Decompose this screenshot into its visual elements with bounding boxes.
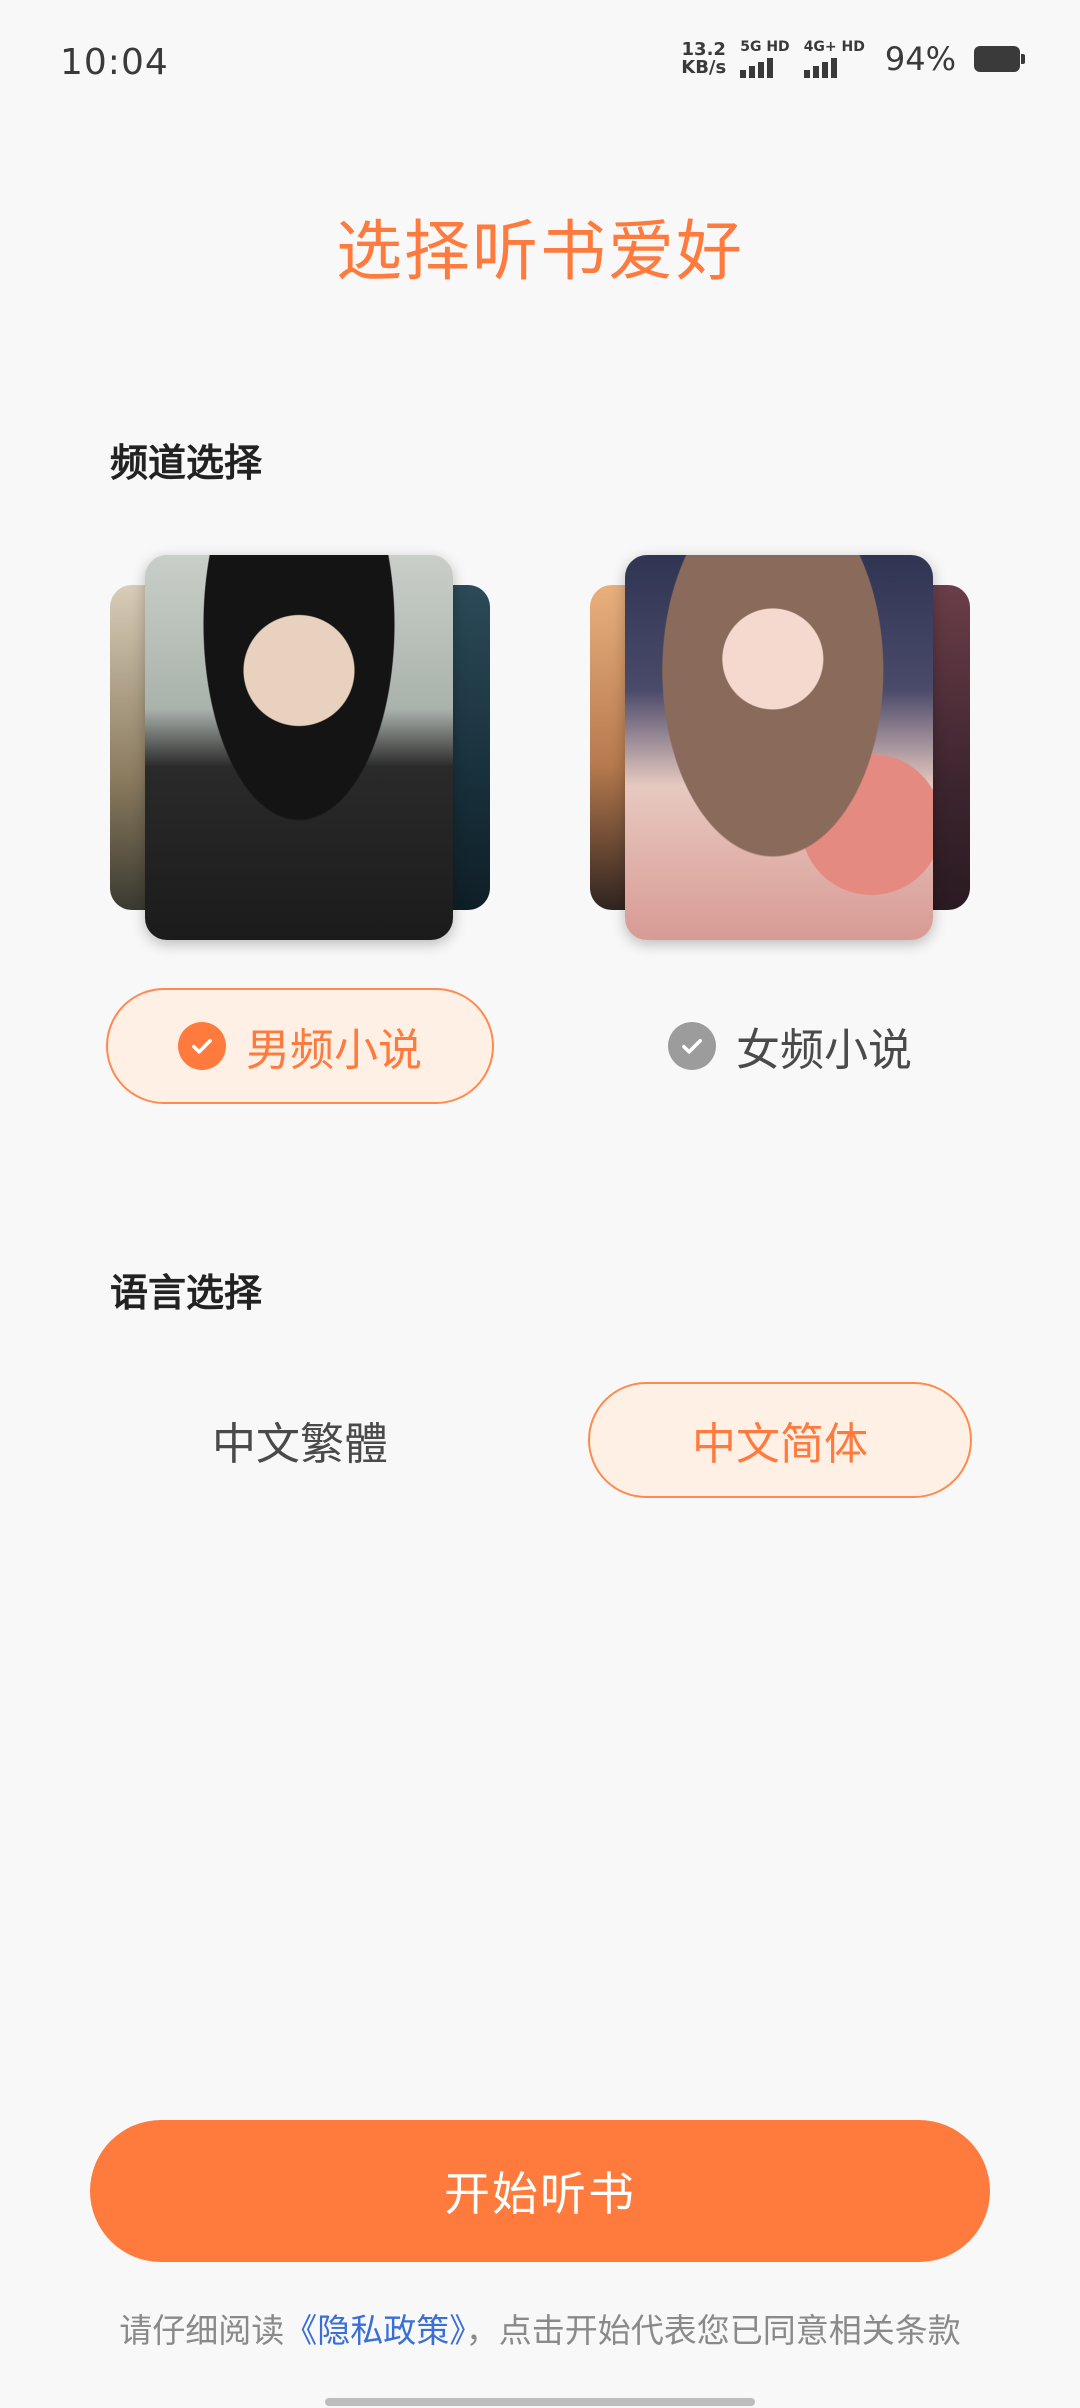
signal-4g-icon: 4G+ HD <box>803 40 865 78</box>
network-speed: 13.2 KB/s <box>681 39 727 78</box>
unchecked-icon <box>668 1022 716 1070</box>
battery-percent: 94% <box>884 40 956 78</box>
battery-icon <box>974 46 1025 72</box>
option-label: 中文简体 <box>692 1419 868 1470</box>
male-cover-image <box>145 555 453 940</box>
status-bar: 10:04 13.2 KB/s 5G HD 4G+ HD 94% <box>0 0 1080 130</box>
checked-icon <box>178 1022 226 1070</box>
start-listening-button[interactable]: 开始听书 <box>90 2120 990 2262</box>
female-cover-image <box>625 555 933 940</box>
traditional-chinese-option[interactable]: 中文繁體 <box>110 1382 490 1498</box>
male-cover-stack[interactable] <box>110 555 490 940</box>
channel-section-label: 频道选择 <box>110 441 263 485</box>
status-icons: 13.2 KB/s 5G HD 4G+ HD 94% <box>681 39 1025 78</box>
signal-5g-icon: 5G HD <box>740 40 790 78</box>
privacy-notice: 请仔细阅读《隐私政策》，点击开始代表您已同意相关条款 <box>119 2311 961 2350</box>
male-channel-option[interactable]: 男频小说 <box>106 988 494 1104</box>
language-section-label: 语言选择 <box>110 1271 263 1315</box>
option-label: 中文繁體 <box>212 1419 388 1470</box>
female-cover-stack[interactable] <box>590 555 970 940</box>
female-channel-option[interactable]: 女频小说 <box>620 988 960 1104</box>
status-time: 10:04 <box>60 42 169 83</box>
simplified-chinese-option[interactable]: 中文简体 <box>588 1382 972 1498</box>
privacy-policy-link[interactable]: 《隐私政策》 <box>284 2311 466 2350</box>
option-label: 女频小说 <box>736 1025 912 1076</box>
option-label: 男频小说 <box>246 1025 422 1076</box>
home-indicator[interactable] <box>325 2398 755 2406</box>
page-title: 选择听书爱好 <box>336 213 744 290</box>
